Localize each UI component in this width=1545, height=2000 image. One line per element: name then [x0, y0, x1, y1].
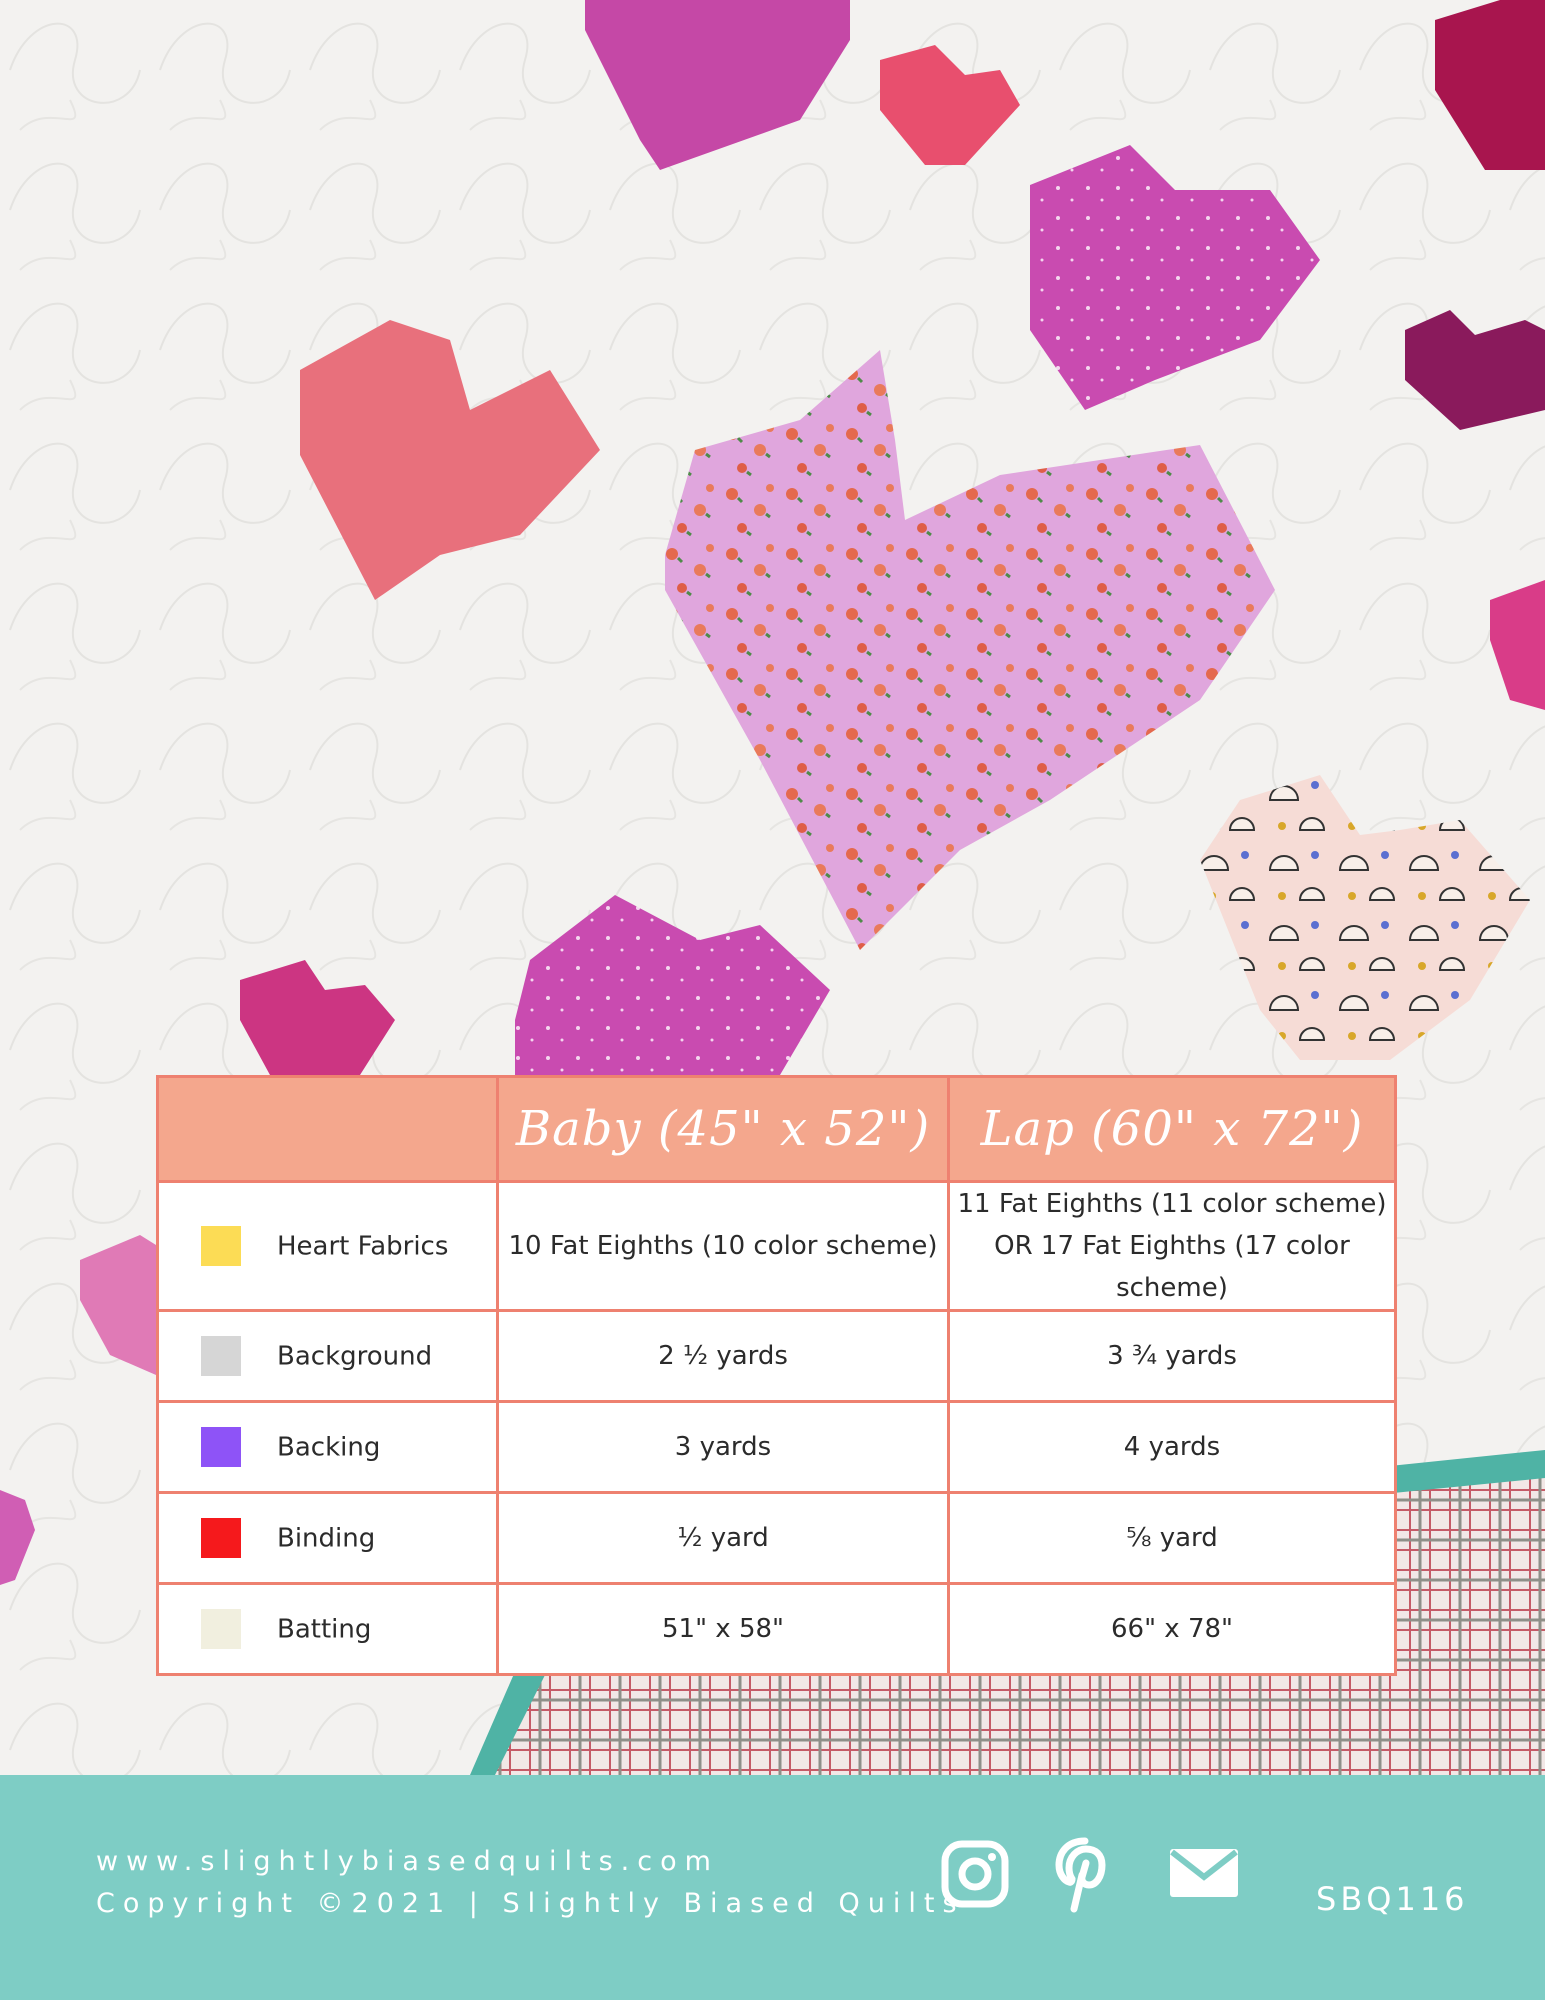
footer-text: www.slightlybiasedquilts.com Copyright ©…	[96, 1841, 965, 1925]
fabric-name: Background	[277, 1341, 433, 1372]
baby-amount: 10 Fat Eighths (10 color scheme)	[496, 1180, 950, 1312]
color-swatch-binding	[201, 1518, 241, 1559]
table-row-batting: Batting 51" x 58" 66" x 78"	[156, 1582, 1397, 1676]
table-row-binding: Binding ½ yard ⅝ yard	[156, 1491, 1397, 1585]
header-lap-size: Lap (60" x 72")	[947, 1075, 1397, 1183]
lap-amount: 11 Fat Eighths (11 color scheme) OR 17 F…	[947, 1180, 1397, 1312]
fabric-cell: Binding	[156, 1491, 499, 1585]
color-swatch-backing	[201, 1427, 241, 1468]
baby-amount: 51" x 58"	[496, 1582, 950, 1676]
baby-amount: 2 ½ yards	[496, 1309, 950, 1403]
fabric-cell: Batting	[156, 1582, 499, 1676]
fabric-name: Backing	[277, 1432, 381, 1463]
fabric-requirements-table: Baby (45" x 52") Lap (60" x 72") Heart F…	[156, 1075, 1397, 1676]
header-baby-size: Baby (45" x 52")	[496, 1075, 950, 1183]
instagram-icon[interactable]	[940, 1839, 1010, 1909]
color-swatch-batting	[201, 1609, 241, 1650]
pattern-sku: SBQ116	[1316, 1880, 1469, 1918]
copyright-text: Copyright ©2021 | Slightly Biased Quilts	[96, 1888, 965, 1919]
lap-amount: 4 yards	[947, 1400, 1397, 1494]
fabric-name: Heart Fabrics	[277, 1231, 449, 1262]
lap-amount: 66" x 78"	[947, 1582, 1397, 1676]
pinterest-icon[interactable]	[1055, 1837, 1115, 1913]
baby-amount: 3 yards	[496, 1400, 950, 1494]
table-header-row: Baby (45" x 52") Lap (60" x 72")	[156, 1075, 1397, 1183]
color-swatch-heart-fabrics	[201, 1226, 241, 1267]
footer-bar: www.slightlybiasedquilts.com Copyright ©…	[0, 1775, 1545, 2000]
table-row-background: Background 2 ½ yards 3 ¾ yards	[156, 1309, 1397, 1403]
color-swatch-background	[201, 1336, 241, 1377]
lap-amount: 3 ¾ yards	[947, 1309, 1397, 1403]
table-row-backing: Backing 3 yards 4 yards	[156, 1400, 1397, 1494]
email-icon[interactable]	[1168, 1847, 1240, 1899]
website-link[interactable]: www.slightlybiasedquilts.com	[96, 1841, 965, 1883]
table-row-heart-fabrics: Heart Fabrics 10 Fat Eighths (10 color s…	[156, 1180, 1397, 1312]
fabric-name: Binding	[277, 1523, 376, 1554]
fabric-name: Batting	[277, 1614, 372, 1645]
fabric-cell: Heart Fabrics	[156, 1180, 499, 1312]
header-blank-cell	[156, 1075, 499, 1183]
baby-amount: ½ yard	[496, 1491, 950, 1585]
fabric-cell: Backing	[156, 1400, 499, 1494]
lap-amount: ⅝ yard	[947, 1491, 1397, 1585]
fabric-cell: Background	[156, 1309, 499, 1403]
